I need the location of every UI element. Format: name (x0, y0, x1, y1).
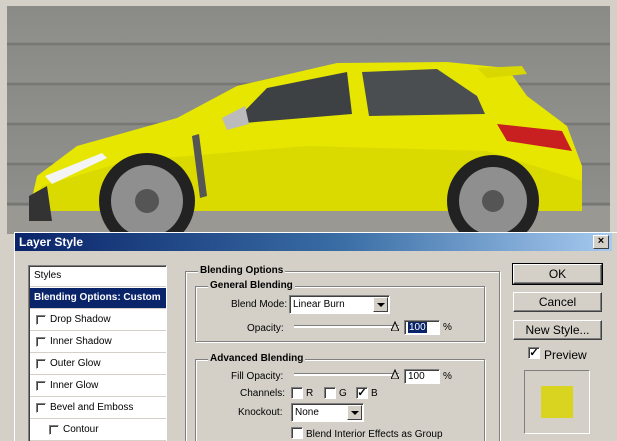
preview-swatch (541, 386, 573, 418)
car-photo (7, 6, 610, 234)
checkmark-icon: ✓ (529, 347, 539, 359)
styles-header[interactable]: Styles (30, 266, 166, 287)
fill-opacity-unit: % (443, 371, 452, 382)
fill-opacity-input[interactable]: 100 (404, 369, 440, 384)
fill-opacity-input-value: 100 (408, 371, 425, 382)
fill-opacity-label: Fill Opacity: (231, 371, 284, 382)
outer-glow-checkbox[interactable] (36, 359, 46, 369)
chevron-down-icon[interactable] (347, 405, 362, 420)
style-item-outer-glow[interactable]: Outer Glow (30, 354, 166, 375)
style-item-label: Blending Options: Custom (34, 292, 161, 303)
cancel-button[interactable]: Cancel (513, 292, 602, 312)
styles-list: Styles Blending Options: Custom Drop Sha… (28, 265, 167, 441)
fill-opacity-slider-thumb[interactable] (391, 369, 399, 379)
style-item-bevel-emboss[interactable]: Bevel and Emboss (30, 398, 166, 419)
opacity-label: Opacity: (247, 323, 284, 334)
new-style-button[interactable]: New Style... (513, 320, 602, 340)
opacity-slider-thumb[interactable] (391, 321, 399, 331)
channel-b-checkbox[interactable]: ✓ (356, 387, 368, 399)
knockout-value: None (295, 407, 319, 418)
knockout-select[interactable]: None (291, 403, 364, 422)
dialog-titlebar[interactable]: Layer Style × (15, 233, 612, 251)
style-item-contour[interactable]: Contour (30, 420, 166, 441)
opacity-slider[interactable] (294, 321, 399, 333)
style-item-drop-shadow[interactable]: Drop Shadow (30, 310, 166, 331)
opacity-input[interactable]: 100 (404, 320, 440, 335)
bevel-emboss-checkbox[interactable] (36, 403, 46, 413)
blend-interior-label: Blend Interior Effects as Group (306, 429, 443, 440)
style-item-label: Outer Glow (50, 358, 101, 369)
style-item-inner-glow[interactable]: Inner Glow (30, 376, 166, 397)
style-item-inner-shadow[interactable]: Inner Shadow (30, 332, 166, 353)
blend-mode-select[interactable]: Linear Burn (289, 295, 390, 314)
style-item-label: Inner Glow (50, 380, 99, 391)
general-blending-title: General Blending (208, 280, 295, 291)
channel-g-label: G (339, 388, 347, 399)
advanced-blending-title: Advanced Blending (208, 353, 306, 364)
checkmark-icon: ✓ (357, 387, 367, 399)
opacity-slider-track (294, 325, 399, 328)
dialog-title: Layer Style (19, 235, 84, 249)
styles-header-label: Styles (34, 270, 62, 281)
channel-g-checkbox[interactable] (324, 387, 336, 399)
style-item-label: Inner Shadow (50, 336, 112, 347)
channel-r-checkbox[interactable] (291, 387, 303, 399)
preview-checkbox[interactable]: ✓ (528, 347, 540, 359)
layer-style-dialog: Layer Style × Styles Blending Options: C… (14, 232, 617, 441)
inner-glow-checkbox[interactable] (36, 381, 46, 391)
inner-shadow-checkbox[interactable] (36, 337, 46, 347)
style-item-label: Drop Shadow (50, 314, 111, 325)
ok-button[interactable]: OK (512, 263, 603, 285)
style-preview (524, 370, 590, 434)
blend-mode-value: Linear Burn (293, 299, 345, 310)
channels-label: Channels: (240, 388, 286, 399)
style-item-blending-options[interactable]: Blending Options: Custom (30, 288, 166, 309)
fill-opacity-slider[interactable] (294, 369, 399, 381)
channel-r-label: R (306, 388, 314, 399)
close-icon: × (597, 235, 605, 247)
blend-interior-checkbox[interactable] (291, 427, 303, 439)
blending-options-title: Blending Options (198, 265, 286, 276)
drop-shadow-checkbox[interactable] (36, 315, 46, 325)
preview-label: Preview (544, 348, 587, 362)
blend-mode-label: Blend Mode: (231, 299, 288, 310)
knockout-label: Knockout: (238, 407, 283, 418)
style-item-label: Bevel and Emboss (50, 402, 134, 413)
opacity-unit: % (443, 322, 452, 333)
close-button[interactable]: × (593, 235, 609, 249)
channel-b-label: B (371, 388, 378, 399)
canvas-image (0, 0, 617, 234)
fill-opacity-slider-track (294, 373, 399, 376)
chevron-down-icon[interactable] (373, 297, 388, 312)
style-item-label: Contour (63, 424, 99, 435)
contour-checkbox[interactable] (49, 425, 59, 435)
yellow-car-illustration (7, 62, 610, 234)
opacity-input-value: 100 (408, 322, 427, 333)
